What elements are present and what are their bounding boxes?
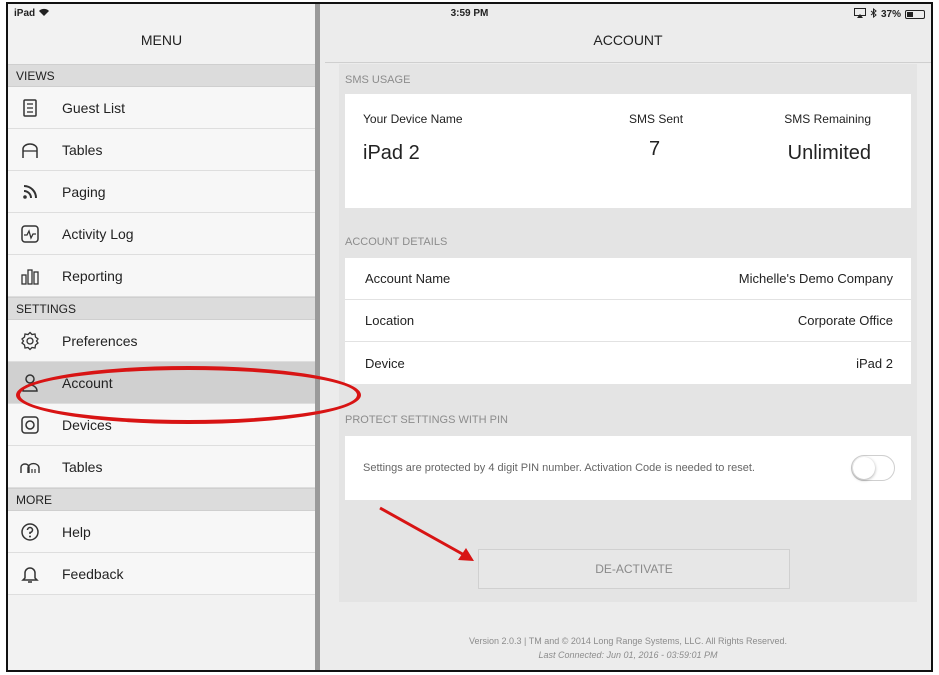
sidebar-item-account[interactable]: Account: [8, 362, 315, 404]
battery-icon: [905, 10, 925, 19]
footer: Version 2.0.3 | TM and © 2014 Long Range…: [325, 634, 931, 662]
section-header-more: MORE: [8, 488, 315, 511]
bell-icon: [20, 564, 40, 584]
page-title: ACCOUNT: [593, 32, 663, 48]
detail-row-account-name: Account Name Michelle's Demo Company: [345, 258, 911, 300]
pin-card: Settings are protected by 4 digit PIN nu…: [345, 436, 911, 500]
sidebar-item-paging[interactable]: Paging: [8, 171, 315, 213]
sidebar-item-label: Paging: [62, 183, 106, 200]
list-icon: [20, 98, 40, 118]
detail-row-device: Device iPad 2: [345, 342, 911, 384]
status-right: 37%: [853, 7, 925, 21]
sms-sent-value: 7: [649, 138, 661, 160]
pin-description: Settings are protected by 4 digit PIN nu…: [363, 462, 755, 474]
sms-usage-label: SMS USAGE: [345, 74, 411, 86]
user-icon: [20, 373, 40, 393]
sidebar-item-guest-list[interactable]: Guest List: [8, 87, 315, 129]
gear-icon: [20, 331, 40, 351]
sidebar-item-tables[interactable]: Tables: [8, 129, 315, 171]
sidebar-item-help[interactable]: Help: [8, 511, 315, 553]
pin-label: PROTECT SETTINGS WITH PIN: [345, 414, 508, 426]
menu-list: VIEWS Guest List Tables Paging Activity …: [8, 64, 315, 595]
sms-sent-label: SMS Sent: [629, 112, 684, 126]
sidebar-item-activity-log[interactable]: Activity Log: [8, 213, 315, 255]
detail-value: Corporate Office: [797, 313, 893, 328]
sidebar-title: MENU: [140, 32, 183, 48]
sidebar-item-devices[interactable]: Devices: [8, 404, 315, 446]
deactivate-button[interactable]: DE-ACTIVATE: [478, 549, 790, 589]
airplay-icon: [853, 8, 866, 21]
battery-fill: [907, 12, 913, 17]
detail-label: Location: [365, 313, 415, 328]
section-header-views: VIEWS: [8, 64, 315, 87]
sms-usage-card: Your Device Name SMS Sent SMS Remaining …: [345, 94, 911, 208]
tables-setting-icon: [20, 457, 40, 477]
sidebar-item-label: Reporting: [62, 267, 123, 284]
detail-label: Account Name: [365, 271, 451, 286]
toggle-knob: [853, 457, 875, 479]
sidebar-item-label: Help: [62, 523, 91, 540]
device-name-label: Your Device Name: [363, 112, 463, 126]
activity-icon: [20, 224, 40, 244]
sidebar-item-tables-settings[interactable]: Tables: [8, 446, 315, 488]
sidebar-item-reporting[interactable]: Reporting: [8, 255, 315, 297]
sidebar-item-label: Feedback: [62, 565, 124, 582]
sidebar-item-feedback[interactable]: Feedback: [8, 553, 315, 595]
bluetooth-icon: [870, 7, 877, 21]
account-details-card: Account Name Michelle's Demo Company Loc…: [345, 258, 911, 384]
table-icon: [20, 140, 40, 160]
sidebar: MENU VIEWS Guest List Tables Paging Acti…: [8, 4, 320, 670]
detail-row-location: Location Corporate Office: [345, 300, 911, 342]
section-header-settings: SETTINGS: [8, 297, 315, 320]
sms-remaining-label: SMS Remaining: [784, 112, 871, 126]
sms-remaining-value: Unlimited: [787, 142, 871, 164]
status-bar: iPad 3:59 PM 37%: [8, 4, 931, 24]
battery-percent: 37%: [880, 9, 901, 20]
sidebar-item-label: Guest List: [62, 99, 126, 116]
sidebar-item-label: Preferences: [62, 332, 138, 349]
paging-icon: [20, 182, 40, 202]
help-icon: [20, 522, 40, 542]
sidebar-item-label: Activity Log: [62, 225, 134, 242]
sidebar-item-label: Account: [62, 374, 113, 391]
version-text: Version 2.0.3 | TM and © 2014 Long Range…: [469, 636, 787, 646]
detail-value: Michelle's Demo Company: [738, 271, 893, 286]
device-name-value: iPad 2: [363, 142, 420, 164]
device-icon: [20, 415, 40, 435]
header-divider: [325, 62, 931, 63]
status-time: 3:59 PM: [450, 8, 489, 19]
main-content: ACCOUNT SMS USAGE Your Device Name SMS S…: [325, 4, 931, 670]
last-connected-text: Last Connected: Jun 01, 2016 - 03:59:01 …: [538, 650, 718, 660]
sidebar-item-label: Tables: [62, 141, 103, 158]
account-panel: SMS USAGE Your Device Name SMS Sent SMS …: [339, 64, 917, 602]
detail-label: Device: [365, 355, 405, 371]
account-details-label: ACCOUNT DETAILS: [345, 236, 448, 248]
detail-value: iPad 2: [856, 355, 893, 371]
bar-chart-icon: [20, 266, 40, 286]
ipad-screen: MENU VIEWS Guest List Tables Paging Acti…: [6, 2, 933, 672]
pin-toggle[interactable]: [851, 455, 895, 481]
sidebar-item-preferences[interactable]: Preferences: [8, 320, 315, 362]
sidebar-item-label: Tables: [62, 458, 103, 475]
sidebar-item-label: Devices: [62, 416, 112, 433]
